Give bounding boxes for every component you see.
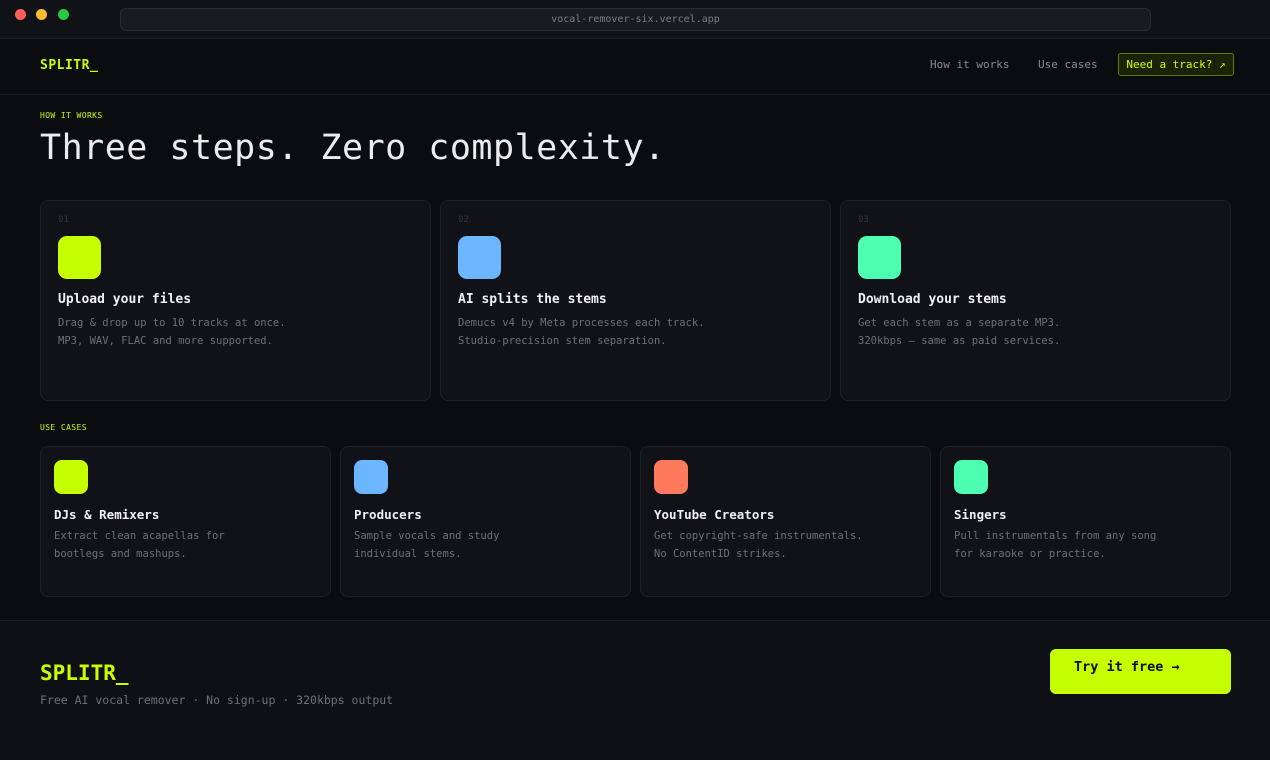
use-case-description-line: for karaoke or practice.	[954, 548, 1106, 560]
use-case-title: YouTube Creators	[654, 507, 775, 522]
step-card-download: 03 Download your stems Get each stem as …	[840, 200, 1231, 401]
youtube-creators-icon	[654, 460, 688, 494]
djs-icon	[54, 460, 88, 494]
try-it-free-button[interactable]: Try it free →	[1050, 649, 1231, 694]
use-case-description-line: Sample vocals and study	[354, 530, 500, 542]
step-card-upload: 01 Upload your files Drag & drop up to 1…	[40, 200, 431, 401]
footer: SPLITR_ Free AI vocal remover · No sign-…	[0, 620, 1270, 760]
use-case-title: Singers	[954, 507, 1007, 522]
use-case-card-producers: Producers Sample vocals and study indivi…	[340, 446, 631, 597]
step-number: 01	[58, 215, 69, 225]
use-case-description-line: individual stems.	[354, 548, 462, 560]
step-description-line: MP3, WAV, FLAC and more supported.	[58, 335, 273, 347]
step-number: 03	[858, 215, 869, 225]
use-case-description: Sample vocals and study individual stems…	[354, 527, 499, 563]
use-case-description: Get copyright-safe instrumentals. No Con…	[654, 527, 863, 563]
nav-link-how-it-works[interactable]: How it works	[930, 58, 1009, 71]
use-case-description: Pull instrumentals from any song for kar…	[954, 527, 1156, 563]
use-case-title: DJs & Remixers	[54, 507, 160, 522]
address-bar[interactable]: vocal-remover-six.vercel.app	[120, 8, 1151, 31]
producers-icon	[354, 460, 388, 494]
use-case-title: Producers	[354, 507, 422, 522]
step-description-line: Studio-precision stem separation.	[458, 335, 667, 347]
use-case-description-line: bootlegs and mashups.	[54, 548, 187, 560]
top-nav: SPLITR_ How it works Use cases Need a tr…	[0, 39, 1270, 95]
split-icon	[458, 236, 501, 279]
upload-icon	[58, 236, 101, 279]
footer-logo: SPLITR_	[40, 661, 129, 685]
use-case-description-line: No ContentID strikes.	[654, 548, 787, 560]
download-icon	[858, 236, 901, 279]
step-description: Demucs v4 by Meta processes each track. …	[458, 314, 705, 350]
step-description-line: 320kbps — same as paid services.	[858, 335, 1061, 347]
maximize-window-button[interactable]	[58, 9, 69, 20]
how-it-works-eyebrow: HOW IT WORKS	[40, 111, 103, 120]
page-heading: Three steps. Zero complexity.	[40, 128, 666, 168]
need-a-track-button[interactable]: Need a track? ↗	[1118, 53, 1234, 76]
nav-link-use-cases[interactable]: Use cases	[1038, 58, 1098, 71]
use-case-description-line: Get copyright-safe instrumentals.	[654, 530, 863, 542]
footer-tagline: Free AI vocal remover · No sign-up · 320…	[40, 693, 394, 707]
step-card-split: 02 AI splits the stems Demucs v4 by Meta…	[440, 200, 831, 401]
step-title: Upload your files	[58, 292, 192, 307]
use-case-description-line: Extract clean acapellas for	[54, 530, 225, 542]
step-description: Drag & drop up to 10 tracks at once. MP3…	[58, 314, 286, 350]
step-description-line: Get each stem as a separate MP3.	[858, 317, 1061, 329]
singers-icon	[954, 460, 988, 494]
step-description: Get each stem as a separate MP3. 320kbps…	[858, 314, 1060, 350]
step-number: 02	[458, 215, 469, 225]
use-case-card-singers: Singers Pull instrumentals from any song…	[940, 446, 1231, 597]
step-description-line: Drag & drop up to 10 tracks at once.	[58, 317, 286, 329]
use-case-card-youtube: YouTube Creators Get copyright-safe inst…	[640, 446, 931, 597]
browser-chrome: vocal-remover-six.vercel.app	[0, 0, 1270, 39]
step-description-line: Demucs v4 by Meta processes each track.	[458, 317, 705, 329]
minimize-window-button[interactable]	[36, 9, 47, 20]
logo[interactable]: SPLITR_	[40, 58, 98, 73]
use-case-card-djs: DJs & Remixers Extract clean acapellas f…	[40, 446, 331, 597]
close-window-button[interactable]	[15, 9, 26, 20]
step-title: AI splits the stems	[458, 292, 607, 307]
use-case-description-line: Pull instrumentals from any song	[954, 530, 1157, 542]
use-cases-eyebrow: USE CASES	[40, 423, 87, 432]
use-case-description: Extract clean acapellas for bootlegs and…	[54, 527, 225, 563]
step-title: Download your stems	[858, 292, 1007, 307]
